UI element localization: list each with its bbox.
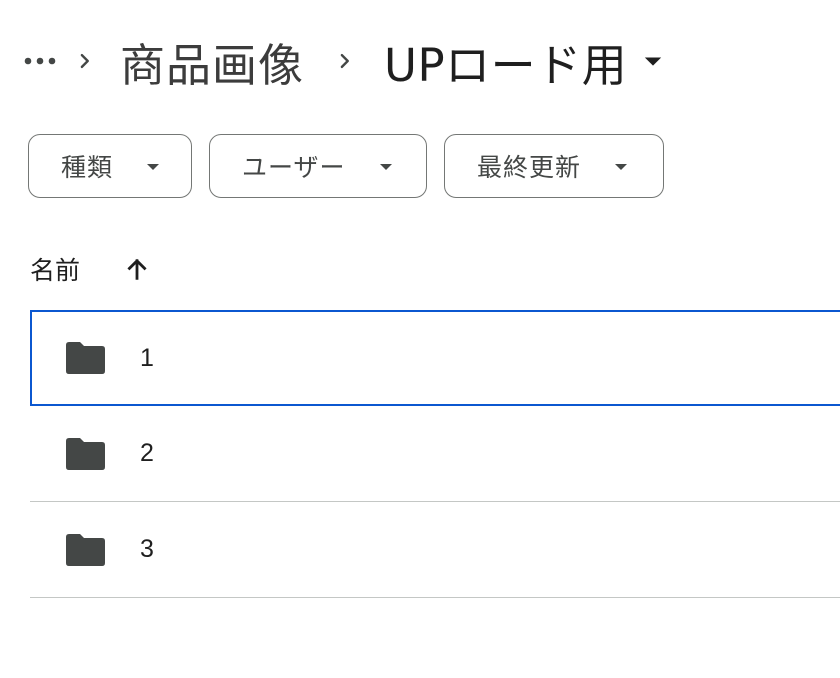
more-horizontal-icon (24, 57, 56, 65)
chip-label: 種類 (61, 153, 114, 182)
folder-name: 2 (140, 439, 154, 467)
chevron-right-icon (340, 53, 349, 69)
list-item[interactable]: 1 (30, 310, 840, 406)
chevron-right-icon (80, 53, 89, 69)
list-item[interactable]: 2 (30, 406, 840, 502)
chip-label: ユーザー (242, 153, 346, 182)
file-list: 1 2 3 (30, 310, 840, 598)
caret-down-icon (147, 164, 160, 170)
breadcrumb-more-button[interactable] (20, 41, 60, 81)
caret-down-icon (615, 164, 628, 170)
list-header: 名前 (30, 246, 154, 292)
breadcrumb-separator (60, 50, 110, 72)
caret-down-icon (379, 164, 392, 170)
current-folder-menu-button[interactable]: UPロード用 (370, 29, 667, 94)
arrow-up-icon (127, 258, 147, 280)
list-item[interactable]: 3 (30, 502, 840, 598)
sort-direction-button[interactable] (120, 252, 154, 286)
breadcrumb-separator (320, 50, 370, 72)
name-column-header[interactable]: 名前 (30, 251, 80, 287)
folder-name: 1 (140, 343, 154, 372)
type-filter-chip[interactable]: 種類 (28, 134, 192, 198)
caret-down-icon (644, 57, 662, 66)
current-folder-name: UPロード用 (384, 38, 628, 92)
folder-name: 3 (140, 535, 154, 563)
user-filter-chip[interactable]: ユーザー (209, 134, 427, 198)
folder-icon (64, 533, 106, 567)
folder-icon (64, 437, 106, 471)
filter-bar: 種類 ユーザー 最終更新 (28, 134, 664, 198)
folder-icon (64, 341, 106, 375)
breadcrumb-parent-folder[interactable]: 商品画像 (110, 29, 320, 94)
drive-folder-view: 商品画像 UPロード用 種類 ユーザー 最終更新 名前 1 2 3 (0, 0, 840, 678)
last-modified-filter-chip[interactable]: 最終更新 (444, 134, 664, 198)
chip-label: 最終更新 (477, 153, 582, 182)
breadcrumb: 商品画像 UPロード用 (20, 28, 667, 94)
